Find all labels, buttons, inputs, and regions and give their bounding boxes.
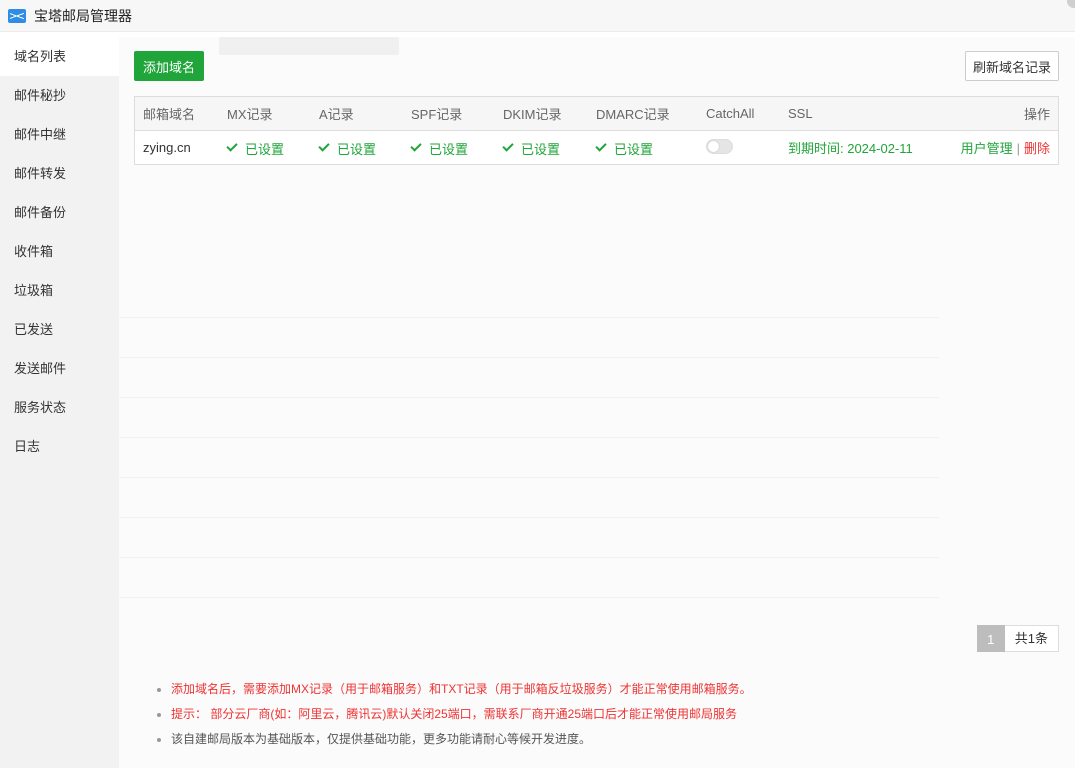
dkim-status: 已设置 xyxy=(502,139,561,158)
sidebar-item-logs[interactable]: 日志 xyxy=(0,427,119,466)
sidebar-item-domain-list[interactable]: 域名列表 xyxy=(0,37,119,76)
cell-dkim: 已设置 xyxy=(495,137,588,158)
a-status-text: 已设置 xyxy=(337,141,377,157)
sidebar-item-mail-bcc[interactable]: 邮件秘抄 xyxy=(0,76,119,115)
sidebar-item-spam[interactable]: 垃圾箱 xyxy=(0,271,119,310)
check-icon xyxy=(502,140,514,152)
user-management-link[interactable]: 用户管理 xyxy=(961,141,1013,156)
tip-item: 添加域名后，需要添加MX记录（用于邮箱服务）和TXT记录（用于邮箱反垃圾服务）才… xyxy=(171,677,1035,702)
sidebar-item-service-status[interactable]: 服务状态 xyxy=(0,388,119,427)
main-panel: 添加域名 刷新域名记录 邮箱域名 MX记录 A记录 SPF记录 DKIM记录 D… xyxy=(119,37,1075,768)
action-separator: | xyxy=(1016,141,1020,156)
cell-ssl: 到期时间: 2024-02-11 xyxy=(780,138,950,157)
mail-icon xyxy=(8,8,26,23)
sidebar-item-mail-forward[interactable]: 邮件转发 xyxy=(0,154,119,193)
table-header: 邮箱域名 MX记录 A记录 SPF记录 DKIM记录 DMARC记录 Catch… xyxy=(135,97,1058,131)
ssl-expiry: 到期时间: 2024-02-11 xyxy=(788,141,913,156)
cell-dmarc: 已设置 xyxy=(588,137,698,158)
window-title: 宝塔邮局管理器 xyxy=(34,7,132,24)
tip-item: 该自建邮局版本为基础版本，仅提供基础功能，更多功能请耐心等候开发进度。 xyxy=(171,727,1035,752)
dmarc-status: 已设置 xyxy=(595,139,654,158)
sidebar-item-mail-backup[interactable]: 邮件备份 xyxy=(0,193,119,232)
header-mx: MX记录 xyxy=(227,107,273,122)
a-status: 已设置 xyxy=(318,139,377,158)
add-domain-button[interactable]: 添加域名 xyxy=(134,51,204,81)
dmarc-status-text: 已设置 xyxy=(614,141,654,157)
header-ssl: SSL xyxy=(788,106,813,121)
sidebar-item-sent[interactable]: 已发送 xyxy=(0,310,119,349)
sidebar: 域名列表 邮件秘抄 邮件中继 邮件转发 邮件备份 收件箱 垃圾箱 已发送 发送邮… xyxy=(0,37,119,768)
dkim-status-text: 已设置 xyxy=(521,141,561,157)
pagination: 1 共1条 xyxy=(976,625,1059,652)
check-icon xyxy=(318,140,330,152)
window-corner-indicator xyxy=(1067,0,1075,8)
refresh-domain-records-button[interactable]: 刷新域名记录 xyxy=(965,51,1059,81)
check-icon xyxy=(595,140,607,152)
header-a: A记录 xyxy=(319,107,354,122)
table-row: zying.cn 已设置 已设置 已设置 已设置 已设置 到期时间: 2024-… xyxy=(135,131,1058,164)
cell-catchall xyxy=(698,138,780,157)
toggle-knob xyxy=(708,140,719,152)
page-current[interactable]: 1 xyxy=(976,625,1005,652)
domain-table: 邮箱域名 MX记录 A记录 SPF记录 DKIM记录 DMARC记录 Catch… xyxy=(134,96,1059,165)
check-icon xyxy=(410,140,422,152)
header-domain: 邮箱域名 xyxy=(143,107,196,122)
check-icon xyxy=(226,140,238,152)
header-dmarc: DMARC记录 xyxy=(596,107,670,122)
page-total-count: 共1条 xyxy=(1004,625,1059,652)
mx-status-text: 已设置 xyxy=(245,141,285,157)
window-titlebar: 宝塔邮局管理器 xyxy=(0,0,1075,32)
spf-status: 已设置 xyxy=(410,139,469,158)
mx-status: 已设置 xyxy=(226,139,285,158)
header-dkim: DKIM记录 xyxy=(503,107,562,122)
header-spf: SPF记录 xyxy=(411,107,463,122)
tips-list: 添加域名后，需要添加MX记录（用于邮箱服务）和TXT记录（用于邮箱反垃圾服务）才… xyxy=(155,677,1035,752)
sidebar-item-mail-relay[interactable]: 邮件中继 xyxy=(0,115,119,154)
sidebar-item-compose[interactable]: 发送邮件 xyxy=(0,349,119,388)
catchall-toggle[interactable] xyxy=(706,138,733,154)
cell-a: 已设置 xyxy=(311,137,403,158)
cell-domain: zying.cn xyxy=(143,140,191,155)
delete-link[interactable]: 删除 xyxy=(1024,141,1050,156)
cell-spf: 已设置 xyxy=(403,137,495,158)
header-catchall: CatchAll xyxy=(706,106,755,121)
spf-status-text: 已设置 xyxy=(429,141,469,157)
header-actions: 操作 xyxy=(1023,107,1050,122)
cell-actions: 用户管理 | 删除 xyxy=(950,138,1058,157)
sidebar-item-inbox[interactable]: 收件箱 xyxy=(0,232,119,271)
cell-mx: 已设置 xyxy=(219,137,311,158)
tip-item: 提示： 部分云厂商(如：阿里云，腾讯云)默认关闭25端口，需联系厂商开通25端口… xyxy=(171,702,1035,727)
